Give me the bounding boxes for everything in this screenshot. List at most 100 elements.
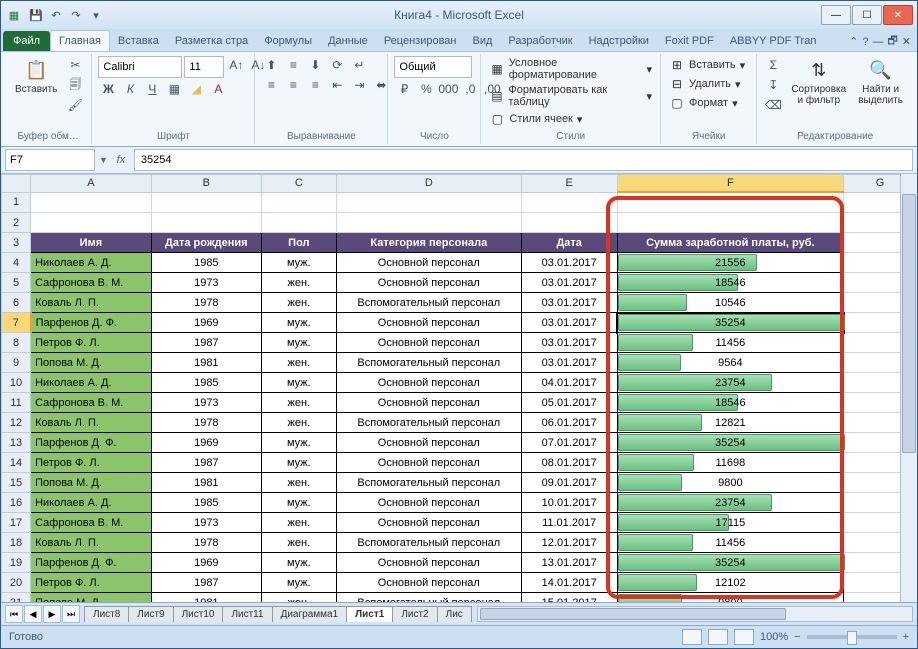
cell-name[interactable]: Парфенов Д. Ф.	[31, 553, 152, 573]
zoom-level[interactable]: 100%	[760, 631, 788, 643]
cell-cat[interactable]: Основной персонал	[336, 373, 521, 393]
cell-sum[interactable]: 12102	[617, 573, 844, 593]
tab-home[interactable]: Главная	[50, 30, 110, 51]
cell-cat[interactable]: Вспомогательный персонал	[336, 533, 521, 553]
tab-abbyy[interactable]: ABBYY PDF Tran	[722, 31, 825, 51]
row-header[interactable]: 3	[2, 233, 31, 253]
cell-birth[interactable]: 1981	[151, 353, 261, 373]
cell-sex[interactable]: муж.	[261, 313, 336, 333]
cell-date[interactable]: 15.01.2017	[521, 593, 617, 603]
cell-name[interactable]: Парфенов Д. Ф.	[31, 313, 152, 333]
cell-cat[interactable]: Основной персонал	[336, 273, 521, 293]
close-button[interactable]: ✕	[883, 5, 913, 25]
cell-birth[interactable]: 1985	[151, 493, 261, 513]
find-select-button[interactable]: 🔍 Найти и выделить	[854, 56, 907, 108]
row-header[interactable]: 15	[2, 473, 31, 493]
formula-bar[interactable]: 35254	[134, 149, 913, 171]
autosum-icon[interactable]: Σ	[763, 56, 783, 74]
cell-cat[interactable]: Вспомогательный персонал	[336, 293, 521, 313]
row-header[interactable]: 20	[2, 573, 31, 593]
fill-icon[interactable]: ↧	[763, 76, 783, 94]
cell[interactable]	[521, 213, 617, 233]
fx-icon[interactable]: fx	[112, 151, 130, 169]
cell-date[interactable]: 13.01.2017	[521, 553, 617, 573]
cell-birth[interactable]: 1969	[151, 553, 261, 573]
cell-sex[interactable]: жен.	[261, 293, 336, 313]
doc-close-icon[interactable]: ✕	[902, 35, 911, 48]
cell-sum[interactable]: 9800	[617, 593, 844, 603]
cell-birth[interactable]: 1969	[151, 313, 261, 333]
cell-birth[interactable]: 1981	[151, 593, 261, 603]
tab-nav-prev-icon[interactable]: ◀	[24, 605, 42, 623]
delete-cells-button[interactable]: ⊟Удалить ▾	[667, 75, 743, 93]
cell-date[interactable]: 03.01.2017	[521, 313, 617, 333]
paste-button[interactable]: 📋 Вставить	[11, 56, 61, 97]
cell-name[interactable]: Петров Ф. Л.	[31, 333, 152, 353]
wrap-text-icon[interactable]: ↵	[349, 56, 369, 74]
cell-sum[interactable]: 18546	[617, 273, 844, 293]
spreadsheet-grid[interactable]: ABCDEFG 123ИмяДата рожденияПолКатегория …	[1, 174, 917, 602]
cell-date[interactable]: 08.01.2017	[521, 453, 617, 473]
cell-cat[interactable]: Основной персонал	[336, 253, 521, 273]
format-painter-icon[interactable]: 🖌	[65, 96, 85, 114]
table-header-name[interactable]: Имя	[31, 233, 152, 253]
insert-cells-button[interactable]: ⊞Вставить ▾	[667, 56, 747, 74]
cell-sum[interactable]: 35254	[617, 313, 844, 333]
col-header-B[interactable]: B	[151, 175, 261, 193]
cell-name[interactable]: Попова М. Д.	[31, 353, 152, 373]
cell-sum[interactable]: 9800	[617, 473, 844, 493]
save-icon[interactable]: 💾	[27, 6, 45, 24]
cell-sum[interactable]: 11456	[617, 333, 844, 353]
cell-cat[interactable]: Вспомогательный персонал	[336, 413, 521, 433]
row-header[interactable]: 2	[2, 213, 31, 233]
cell-birth[interactable]: 1981	[151, 473, 261, 493]
table-header-sex[interactable]: Пол	[261, 233, 336, 253]
cell-date[interactable]: 11.01.2017	[521, 513, 617, 533]
sheet-tab[interactable]: Лист2	[392, 606, 437, 622]
cell[interactable]	[336, 192, 521, 213]
zoom-thumb[interactable]	[847, 631, 857, 645]
align-center-icon[interactable]: ≡	[283, 76, 303, 94]
cell-date[interactable]: 03.01.2017	[521, 293, 617, 313]
cell-sex[interactable]: муж.	[261, 433, 336, 453]
cell-name[interactable]: Сафронова В. М.	[31, 513, 152, 533]
tab-data[interactable]: Данные	[320, 31, 376, 51]
row-header[interactable]: 11	[2, 393, 31, 413]
table-header-date[interactable]: Дата	[521, 233, 617, 253]
format-cells-button[interactable]: ▢Формат ▾	[667, 94, 740, 112]
vertical-scrollbar[interactable]	[900, 174, 917, 602]
cell-sum[interactable]: 9564	[617, 353, 844, 373]
align-bottom-icon[interactable]: ⬇	[305, 56, 325, 74]
name-box[interactable]: F7	[5, 149, 95, 171]
cell-date[interactable]: 06.01.2017	[521, 413, 617, 433]
align-left-icon[interactable]: ≡	[261, 76, 281, 94]
tab-insert[interactable]: Вставка	[110, 31, 167, 51]
format-as-table-button[interactable]: ▤Форматировать как таблицу ▾	[487, 83, 654, 109]
cell-sum[interactable]: 11456	[617, 533, 844, 553]
cell-cat[interactable]: Вспомогательный персонал	[336, 353, 521, 373]
row-header[interactable]: 4	[2, 253, 31, 273]
cell-date[interactable]: 14.01.2017	[521, 573, 617, 593]
col-header-F[interactable]: F	[617, 175, 844, 193]
cell-name[interactable]: Николаев А. Д.	[31, 373, 152, 393]
cell-styles-button[interactable]: ▢Стили ячеек ▾	[487, 110, 584, 128]
cell-date[interactable]: 03.01.2017	[521, 333, 617, 353]
cell-date[interactable]: 07.01.2017	[521, 433, 617, 453]
indent-inc-icon[interactable]: ⇥	[349, 76, 369, 94]
bold-icon[interactable]: Ж	[98, 80, 118, 98]
table-header-birth[interactable]: Дата рождения	[151, 233, 261, 253]
view-break-icon[interactable]	[734, 629, 754, 645]
cell-cat[interactable]: Основной персонал	[336, 433, 521, 453]
cell-birth[interactable]: 1987	[151, 573, 261, 593]
cell-sum[interactable]: 23754	[617, 493, 844, 513]
view-normal-icon[interactable]	[682, 629, 702, 645]
cell-sum[interactable]: 21556	[617, 253, 844, 273]
zoom-slider[interactable]	[807, 635, 897, 639]
cell-cat[interactable]: Вспомогательный персонал	[336, 473, 521, 493]
row-header[interactable]: 14	[2, 453, 31, 473]
cell[interactable]	[151, 213, 261, 233]
row-header[interactable]: 7	[2, 313, 31, 333]
tab-view[interactable]: Вид	[465, 31, 501, 51]
tab-nav-next-icon[interactable]: ▶	[43, 605, 61, 623]
sheet-tab[interactable]: Диаграмма1	[272, 606, 348, 622]
